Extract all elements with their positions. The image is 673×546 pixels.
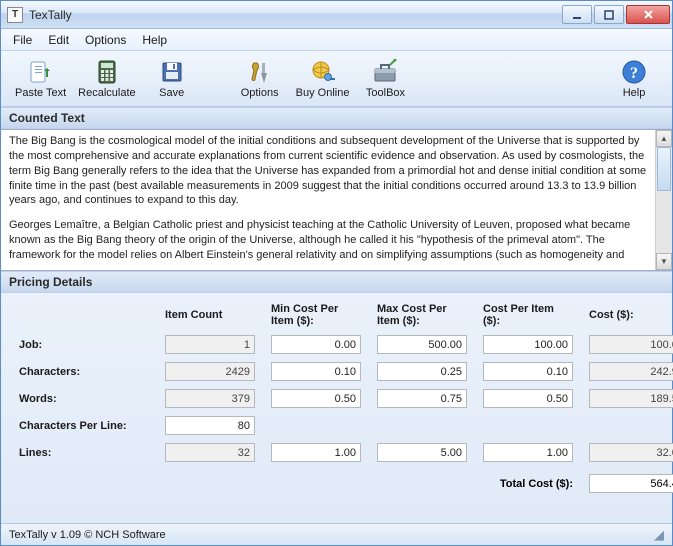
paste-text-button[interactable]: Paste Text bbox=[9, 54, 72, 104]
words-count: 379 bbox=[165, 389, 255, 408]
header-cost-per-item: Cost Per Item ($): bbox=[483, 303, 573, 327]
characters-min-input[interactable]: 0.10 bbox=[271, 362, 361, 381]
characters-max-input[interactable]: 0.25 bbox=[377, 362, 467, 381]
status-text: TexTally v 1.09 © NCH Software bbox=[9, 529, 166, 541]
header-max-cost: Max Cost Per Item ($): bbox=[377, 303, 467, 327]
floppy-icon bbox=[159, 59, 185, 85]
window-title: TexTally bbox=[29, 8, 560, 22]
row-job-label: Job: bbox=[19, 339, 149, 351]
menu-bar: File Edit Options Help bbox=[1, 29, 672, 51]
menu-options[interactable]: Options bbox=[77, 31, 134, 49]
counted-text-area[interactable]: The Big Bang is the cosmological model o… bbox=[1, 130, 655, 270]
recalculate-label: Recalculate bbox=[78, 87, 135, 99]
header-cost: Cost ($): bbox=[589, 309, 673, 321]
status-bar: TexTally v 1.09 © NCH Software ◢ bbox=[1, 523, 672, 545]
header-item-count: Item Count bbox=[165, 309, 255, 321]
menu-edit[interactable]: Edit bbox=[40, 31, 77, 49]
words-max-input[interactable]: 0.75 bbox=[377, 389, 467, 408]
toolbox-button[interactable]: ToolBox bbox=[355, 54, 415, 104]
app-icon: T bbox=[7, 7, 23, 23]
job-max-input[interactable]: 500.00 bbox=[377, 335, 467, 354]
lines-cost: 32.00 bbox=[589, 443, 673, 462]
characters-per-input[interactable]: 0.10 bbox=[483, 362, 573, 381]
words-min-input[interactable]: 0.50 bbox=[271, 389, 361, 408]
help-button[interactable]: ? Help bbox=[604, 54, 664, 104]
main-window: T TexTally File Edit Options Help P bbox=[0, 0, 673, 546]
options-label: Options bbox=[241, 87, 279, 99]
total-row: Total Cost ($): 564.40 bbox=[19, 474, 654, 493]
maximize-button[interactable] bbox=[594, 5, 624, 24]
svg-text:?: ? bbox=[630, 65, 638, 82]
pricing-grid: Item Count Min Cost Per Item ($): Max Co… bbox=[19, 303, 654, 462]
paste-icon bbox=[28, 59, 54, 85]
scroll-thumb[interactable] bbox=[657, 147, 671, 191]
lines-max-input[interactable]: 5.00 bbox=[377, 443, 467, 462]
maximize-icon bbox=[604, 10, 614, 20]
scroll-down-button[interactable]: ▼ bbox=[656, 253, 672, 270]
buy-online-button[interactable]: Buy Online bbox=[290, 54, 356, 104]
toolbar: Paste Text Recalculate Save bbox=[1, 51, 672, 107]
lines-min-input[interactable]: 1.00 bbox=[271, 443, 361, 462]
title-bar[interactable]: T TexTally bbox=[1, 1, 672, 29]
words-cost: 189.50 bbox=[589, 389, 673, 408]
row-words-label: Words: bbox=[19, 393, 149, 405]
counted-text-panel: The Big Bang is the cosmological model o… bbox=[1, 129, 672, 271]
save-label: Save bbox=[159, 87, 184, 99]
toolbox-icon bbox=[372, 59, 398, 85]
tools-icon bbox=[247, 59, 273, 85]
header-min-cost: Min Cost Per Item ($): bbox=[271, 303, 361, 327]
total-cost-label: Total Cost ($): bbox=[483, 478, 573, 490]
job-cost: 100.00 bbox=[589, 335, 673, 354]
help-label: Help bbox=[623, 87, 646, 99]
paste-text-label: Paste Text bbox=[15, 87, 66, 99]
text-scrollbar[interactable]: ▲ ▼ bbox=[655, 130, 672, 270]
pricing-panel: Item Count Min Cost Per Item ($): Max Co… bbox=[1, 293, 672, 523]
minimize-button[interactable] bbox=[562, 5, 592, 24]
scroll-track[interactable] bbox=[656, 147, 672, 253]
cpl-input[interactable]: 80 bbox=[165, 416, 255, 435]
characters-cost: 242.90 bbox=[589, 362, 673, 381]
help-icon: ? bbox=[621, 59, 647, 85]
counted-text-para2: Georges Lemaître, a Belgian Catholic pri… bbox=[9, 218, 647, 263]
lines-count: 32 bbox=[165, 443, 255, 462]
total-cost-value[interactable]: 564.40 bbox=[589, 474, 673, 493]
menu-file[interactable]: File bbox=[5, 31, 40, 49]
job-count: 1 bbox=[165, 335, 255, 354]
characters-count: 2429 bbox=[165, 362, 255, 381]
window-buttons bbox=[560, 5, 670, 24]
counted-text-para1: The Big Bang is the cosmological model o… bbox=[9, 134, 647, 208]
lines-per-input[interactable]: 1.00 bbox=[483, 443, 573, 462]
recalculate-button[interactable]: Recalculate bbox=[72, 54, 141, 104]
minimize-icon bbox=[572, 10, 582, 20]
close-button[interactable] bbox=[626, 5, 670, 24]
row-cpl-label: Characters Per Line: bbox=[19, 420, 149, 432]
resize-grip[interactable]: ◢ bbox=[654, 527, 664, 543]
words-per-input[interactable]: 0.50 bbox=[483, 389, 573, 408]
counted-text-header: Counted Text bbox=[1, 107, 672, 129]
options-button[interactable]: Options bbox=[230, 54, 290, 104]
buy-online-label: Buy Online bbox=[296, 87, 350, 99]
job-per-input[interactable]: 100.00 bbox=[483, 335, 573, 354]
row-characters-label: Characters: bbox=[19, 366, 149, 378]
calculator-icon bbox=[94, 59, 120, 85]
close-icon bbox=[643, 9, 654, 20]
row-lines-label: Lines: bbox=[19, 447, 149, 459]
job-min-input[interactable]: 0.00 bbox=[271, 335, 361, 354]
menu-help[interactable]: Help bbox=[134, 31, 175, 49]
pricing-details-header: Pricing Details bbox=[1, 271, 672, 293]
scroll-up-button[interactable]: ▲ bbox=[656, 130, 672, 147]
globe-key-icon bbox=[310, 59, 336, 85]
toolbox-label: ToolBox bbox=[366, 87, 405, 99]
save-button[interactable]: Save bbox=[142, 54, 202, 104]
